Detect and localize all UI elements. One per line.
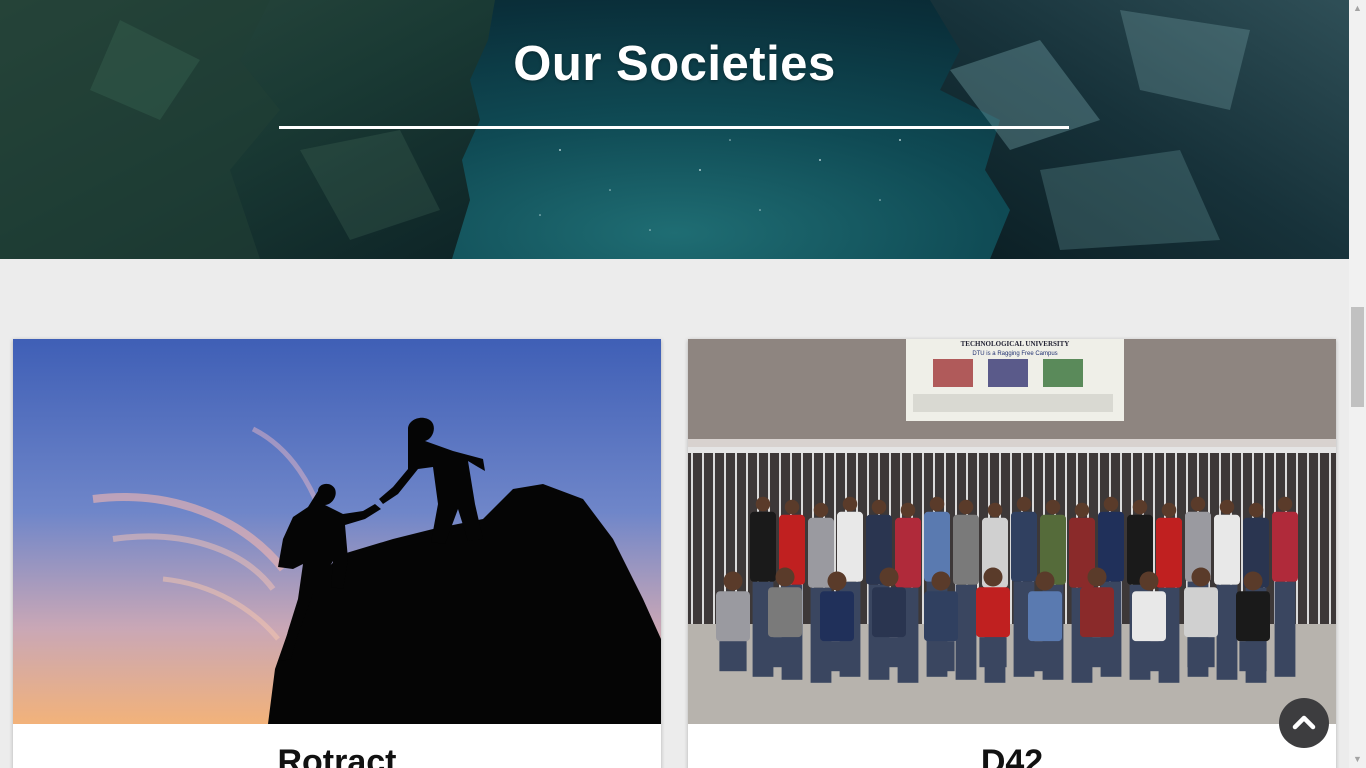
scrollbar-thumb[interactable] xyxy=(1351,307,1364,407)
chevron-up-icon xyxy=(1292,715,1316,730)
page: Our Societies Rotract TECHNOLOGICAL UNIV… xyxy=(0,0,1349,768)
hero-banner: Our Societies xyxy=(0,0,1349,259)
card-title[interactable]: Rotract xyxy=(13,743,661,768)
rotract-image xyxy=(13,339,661,724)
society-card-d42[interactable]: TECHNOLOGICAL UNIVERSITY DTU is a Raggin… xyxy=(688,339,1336,768)
banner-subtitle: DTU is a Ragging Free Campus xyxy=(972,351,1057,357)
card-title[interactable]: D42 xyxy=(688,743,1336,768)
vertical-scrollbar[interactable]: ▲ ▼ xyxy=(1349,0,1366,768)
banner-title: TECHNOLOGICAL UNIVERSITY xyxy=(961,340,1070,348)
page-title: Our Societies xyxy=(513,37,836,91)
scroll-up-arrow-icon[interactable]: ▲ xyxy=(1349,0,1366,17)
society-card-rotract[interactable]: Rotract xyxy=(13,339,661,768)
title-underline xyxy=(279,126,1069,129)
scroll-down-arrow-icon[interactable]: ▼ xyxy=(1349,751,1366,768)
d42-image: TECHNOLOGICAL UNIVERSITY DTU is a Raggin… xyxy=(688,339,1336,724)
scroll-to-top-button[interactable] xyxy=(1279,698,1329,748)
